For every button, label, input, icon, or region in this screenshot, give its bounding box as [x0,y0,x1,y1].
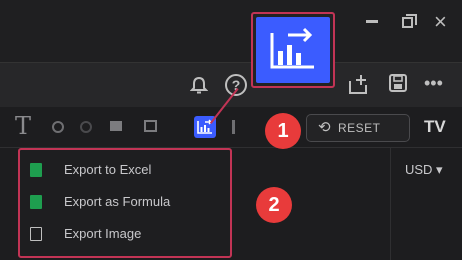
table-icon[interactable] [110,121,122,131]
circle-tool-icon[interactable] [80,121,92,133]
toolbar-separator [232,120,235,134]
menu-item-export-image[interactable]: Export Image [30,224,220,246]
currency-select[interactable]: USD ▾ [405,162,443,178]
excel-icon [30,163,42,177]
step-badge-2: 2 [256,187,292,223]
image-icon [30,227,42,241]
more-icon[interactable]: ••• [424,73,443,94]
help-icon[interactable]: ? [225,74,247,96]
title-bar [0,0,462,62]
menu-item-export-formula[interactable]: Export as Formula [30,192,220,214]
excel-icon [30,195,42,209]
menu-item-label: Export Image [64,226,142,241]
reset-icon: ⟲ [318,119,331,136]
minimize-icon[interactable] [366,20,378,23]
reset-label: RESET [338,121,381,135]
share-icon[interactable] [347,73,369,95]
callout-chart-export-icon [256,17,330,83]
app-logo: TV [424,117,446,136]
bell-icon[interactable] [190,76,208,96]
step-badge-1: 1 [265,113,301,149]
menu-item-export-excel[interactable]: Export to Excel [30,160,220,182]
menu-item-label: Export as Formula [64,194,171,209]
restore-icon[interactable] [402,14,417,28]
menu-item-label: Export to Excel [64,162,152,177]
close-icon[interactable]: × [434,8,447,36]
save-icon[interactable] [389,74,407,92]
panel-divider [390,148,391,260]
zoom-icon[interactable] [52,121,64,133]
chart-export-icon [270,27,314,69]
layout-icon[interactable] [144,120,157,132]
text-tool-icon[interactable]: T [15,114,31,138]
